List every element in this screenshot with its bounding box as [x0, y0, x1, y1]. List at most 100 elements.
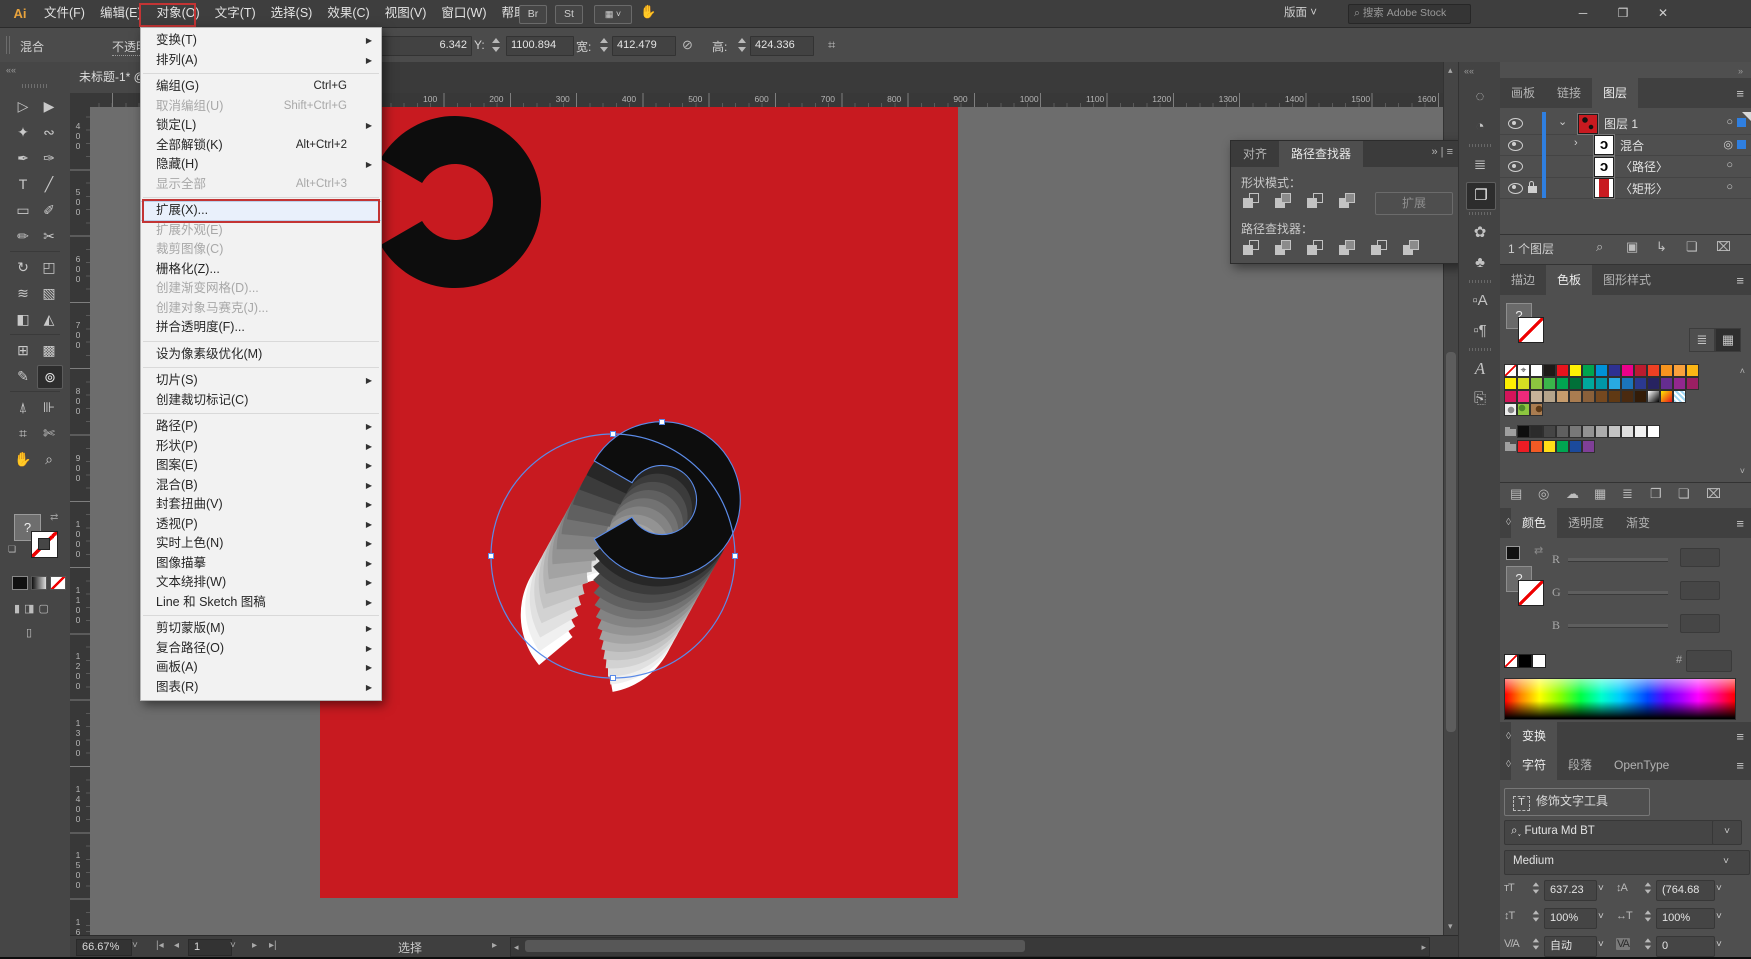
minus-back-button[interactable] — [1401, 238, 1425, 258]
character-tab-3[interactable]: OpenType — [1603, 750, 1680, 780]
height-stepper[interactable] — [736, 37, 747, 53]
layer-name[interactable]: 〈矩形〉 — [1620, 180, 1668, 197]
font-family-field[interactable]: ⌕˯ Futura Md BT — [1504, 820, 1714, 845]
swatch-ababab[interactable] — [1595, 425, 1608, 438]
menubar-item-7[interactable]: 视图(V) — [381, 1, 431, 26]
status-flyout-icon[interactable]: ▸ — [492, 940, 497, 951]
menu-item-10[interactable]: 扩展(X)... — [141, 199, 381, 223]
transform-panel-menu-icon[interactable]: ≡ — [1736, 729, 1744, 744]
swatch-8dc63f[interactable] — [1530, 377, 1543, 390]
swatch-28aae1[interactable] — [1608, 377, 1621, 390]
slice-tool[interactable]: ✄ — [37, 422, 61, 444]
swatch-patC[interactable] — [1673, 390, 1686, 403]
menu-item-24[interactable]: 形状(P) ▶ — [141, 437, 381, 457]
line-segment-tool[interactable]: ╱ — [37, 173, 61, 195]
exclude-button[interactable] — [1337, 191, 1361, 211]
hex-field[interactable] — [1686, 650, 1732, 672]
width-stepper[interactable] — [598, 37, 609, 53]
artboard-dropdown-icon[interactable]: ˅ — [230, 940, 236, 951]
column-graph-tool[interactable]: ⊪ — [37, 396, 61, 418]
locate-object-icon[interactable]: ⌕ — [1596, 239, 1603, 255]
menu-item-0[interactable]: 变换(T) ▶ — [141, 31, 381, 51]
swatches-tab-3[interactable]: 图形样式 — [1592, 265, 1662, 295]
rotate-tool[interactable]: ↻ — [11, 256, 35, 278]
tab-transform[interactable]: 变换 — [1510, 722, 1557, 750]
swatch-ed2a7b[interactable] — [1517, 390, 1530, 403]
vertical-scale-dropdown[interactable]: ˅ — [1598, 911, 1604, 922]
glyphs-panel-icon[interactable]: A — [1466, 356, 1494, 382]
none-mode-button[interactable] — [50, 576, 66, 590]
swatch-ec1c24[interactable] — [1517, 440, 1530, 453]
scissors-tool[interactable]: ✂ — [37, 225, 61, 247]
restore-button[interactable]: ❒ — [1603, 0, 1643, 27]
leading-field[interactable]: (764.68 — [1656, 880, 1715, 901]
menu-item-32[interactable]: Line 和 Sketch 图稿 ▶ — [141, 593, 381, 613]
scroll-right-icon[interactable]: ▸ — [1421, 942, 1426, 953]
menu-item-37[interactable]: 图表(R) ▶ — [141, 678, 381, 698]
swatch-patGreen[interactable] — [1517, 403, 1530, 416]
menubar-item-6[interactable]: 效果(C) — [323, 1, 373, 26]
swatch-603913[interactable] — [1608, 390, 1621, 403]
close-button[interactable]: ✕ — [1643, 0, 1683, 27]
menu-item-29[interactable]: 实时上色(N) ▶ — [141, 534, 381, 554]
arrange-documents-icon[interactable]: ▦ ˅ — [594, 5, 632, 24]
swatch-652d90[interactable] — [1660, 377, 1673, 390]
menu-item-28[interactable]: 透视(P) ▶ — [141, 515, 381, 535]
crop-button[interactable] — [1337, 238, 1361, 258]
shape-builder-tool[interactable]: ◧ — [11, 308, 35, 330]
swatch-2b3990[interactable] — [1634, 377, 1647, 390]
curvature-tool[interactable]: ✑ — [37, 147, 61, 169]
color-cycle-icon[interactable]: ◊ — [1500, 508, 1511, 538]
font-size-dropdown[interactable]: ˅ — [1598, 883, 1604, 894]
layer-thumbnail[interactable]: ɔ — [1593, 134, 1615, 156]
bridge-button[interactable]: Br — [519, 5, 547, 24]
lock-icon[interactable] — [1528, 180, 1537, 193]
horizontal-scroll-thumb[interactable] — [525, 940, 1025, 952]
strip-collapse-icon[interactable]: «« — [1464, 66, 1474, 76]
transform-reference-icon[interactable]: ⌗ — [828, 37, 835, 53]
scale-tool[interactable]: ◰ — [37, 256, 61, 278]
menu-item-30[interactable]: 图像描摹 ▶ — [141, 554, 381, 574]
first-artboard-icon[interactable]: |◂ — [156, 940, 164, 951]
kerning-stepper[interactable] — [1531, 938, 1540, 951]
menu-item-34[interactable]: 剪切蒙版(M) ▶ — [141, 619, 381, 639]
artboard-tool[interactable]: ⌗ — [11, 422, 35, 444]
links-panel-icon[interactable]: ⎘ — [1466, 386, 1494, 412]
eyedropper-tool[interactable]: ✎ — [11, 365, 35, 387]
height-field[interactable]: 424.336 — [750, 36, 814, 56]
make-clip-mask-icon[interactable]: ▣ — [1626, 239, 1638, 255]
black-proxy-swatch[interactable] — [1518, 654, 1532, 668]
swatch-ffffff[interactable] — [1647, 425, 1660, 438]
next-artboard-icon[interactable]: ▸ — [252, 940, 257, 951]
free-transform-tool[interactable]: ▧ — [37, 282, 61, 304]
merge-button[interactable] — [1305, 238, 1329, 258]
menu-item-20[interactable]: 切片(S) ▶ — [141, 371, 381, 391]
font-size-stepper[interactable] — [1531, 882, 1540, 895]
swatch-none[interactable] — [1504, 364, 1517, 377]
panel-menu-icon[interactable]: ≡ — [1447, 146, 1453, 158]
selection-indicator[interactable] — [1737, 139, 1746, 149]
new-swatch-icon[interactable]: ❏ — [1678, 486, 1690, 502]
swatch-007038[interactable] — [1569, 377, 1582, 390]
target-circle-icon[interactable]: ○ — [1726, 116, 1733, 128]
r-value-field[interactable] — [1680, 548, 1720, 567]
character-panel-menu-icon[interactable]: ≡ — [1736, 758, 1744, 773]
swatch-patBrown[interactable] — [1530, 403, 1543, 416]
zoom-dropdown-icon[interactable]: ˅ — [132, 940, 138, 951]
swatch-fcb614[interactable] — [1686, 364, 1699, 377]
layer-name[interactable]: 混合 — [1620, 137, 1644, 154]
perspective-grid-tool[interactable]: ◭ — [37, 308, 61, 330]
g-slider[interactable] — [1568, 591, 1668, 595]
tracking-stepper[interactable] — [1643, 938, 1652, 951]
swatch-c69c6d[interactable] — [1556, 390, 1569, 403]
outline-button[interactable] — [1369, 238, 1393, 258]
menu-item-1[interactable]: 排列(A) ▶ — [141, 51, 381, 71]
tracking-dropdown[interactable]: ˅ — [1716, 939, 1722, 950]
panel-more-icon[interactable]: » — [1431, 146, 1437, 158]
r-slider[interactable] — [1568, 558, 1668, 562]
prev-artboard-icon[interactable]: ◂ — [174, 940, 179, 951]
delete-swatch-icon[interactable]: ⌧ — [1706, 486, 1721, 502]
layers-panel-menu-icon[interactable]: ≡ — [1736, 86, 1744, 101]
color-spectrum-bar[interactable] — [1504, 678, 1736, 720]
swatch-gradBW[interactable] — [1647, 390, 1660, 403]
